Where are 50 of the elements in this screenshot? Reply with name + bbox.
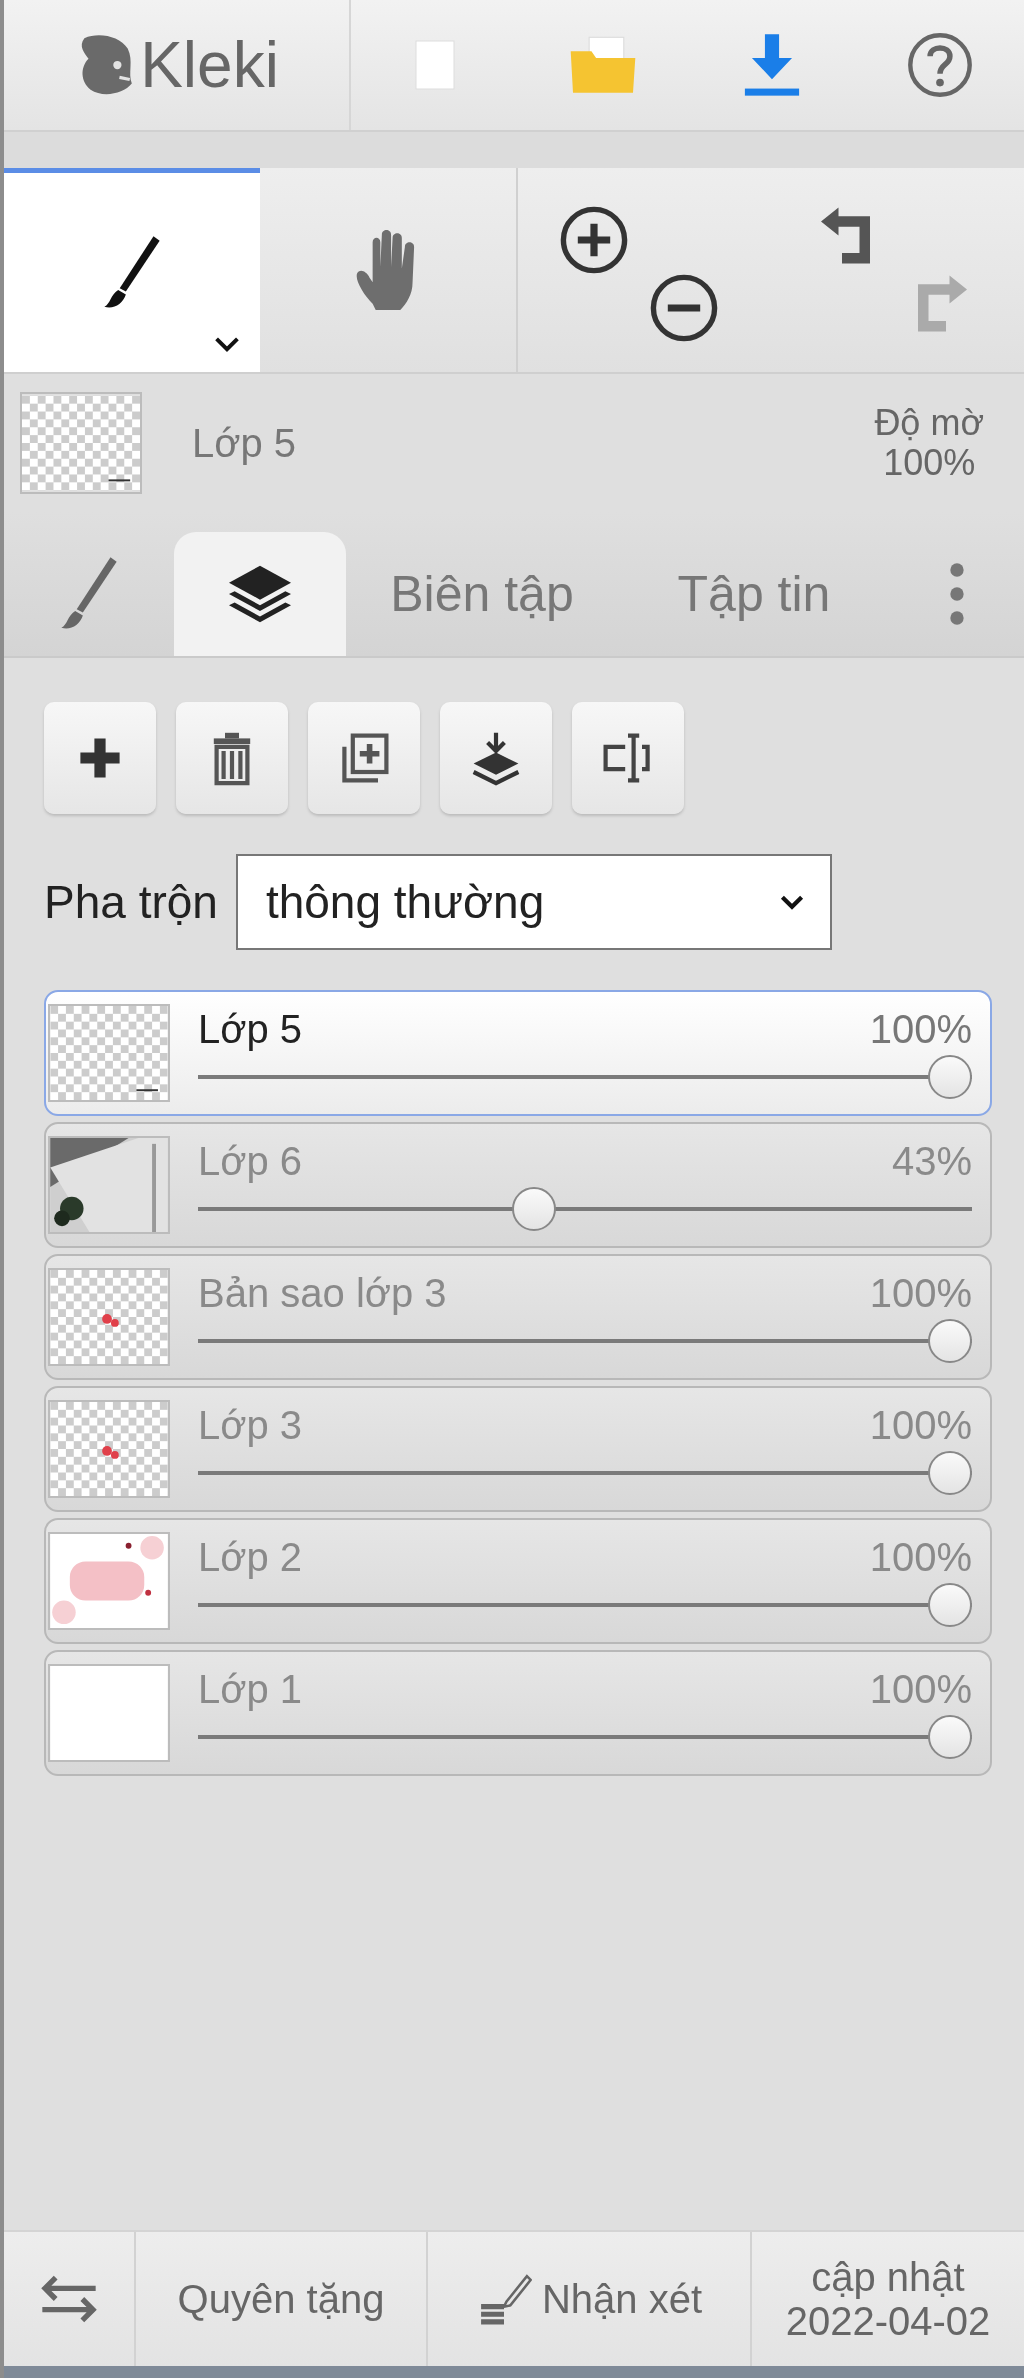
opacity-value: 100% (869, 1403, 972, 1447)
delete-layer-button[interactable] (176, 702, 288, 814)
footer-button[interactable]: Quyên tặng (136, 2232, 428, 2366)
blend-mode-dropdown[interactable]: thông thường (235, 854, 832, 950)
footer-button[interactable]: Nhận xét (428, 2232, 752, 2366)
zoom-out-icon[interactable] (648, 272, 720, 344)
layer-name: Lớp 1 (198, 1667, 303, 1711)
blend-label: Pha trộn (44, 875, 218, 929)
help-icon (906, 32, 973, 98)
rename-layer-button[interactable] (572, 702, 684, 814)
opacity-value: 100% (869, 1007, 972, 1051)
tab[interactable] (174, 532, 346, 656)
merge-layer-button[interactable] (440, 702, 552, 814)
layer-name: Lớp 2 (198, 1535, 303, 1579)
tab[interactable]: Biên tập (346, 532, 618, 656)
layer-item[interactable]: Bản sao lớp 3 100% (44, 1254, 992, 1380)
slider-thumb[interactable] (928, 1583, 972, 1627)
layer-item[interactable]: Lớp 3 100% (44, 1386, 992, 1512)
caret-icon (214, 336, 240, 352)
opacity-label: Độ mờ (874, 403, 984, 443)
layer-item[interactable]: Lớp 6 43% (44, 1122, 992, 1248)
opacity-value: 43% (891, 1139, 972, 1183)
more-icon (949, 560, 965, 628)
logo-text: Kleki (140, 28, 279, 102)
brush-tool-button[interactable] (4, 168, 260, 372)
opacity-value: 100% (869, 1535, 972, 1579)
swap-button[interactable] (4, 2232, 136, 2366)
layer-item[interactable]: Lớp 5 100% (44, 990, 992, 1116)
duplicate-layer-button[interactable] (308, 702, 420, 814)
layer-item[interactable]: Lớp 2 100% (44, 1518, 992, 1644)
slider-thumb[interactable] (928, 1319, 972, 1363)
opacity-value: 100% (869, 1271, 972, 1315)
layer-name: Lớp 6 (198, 1139, 303, 1183)
opacity-value: 100% (883, 443, 976, 483)
page-icon (415, 40, 456, 90)
layer-name: Bản sao lớp 3 (198, 1271, 447, 1315)
caret-icon (779, 894, 804, 910)
zoom-in-icon[interactable] (558, 204, 630, 276)
tab[interactable]: Tập tin (618, 532, 890, 656)
opacity-value: 100% (869, 1667, 972, 1711)
layer-name: Lớp 5 (192, 420, 298, 466)
layers-icon (226, 563, 294, 625)
layer-name: Lớp 5 (198, 1007, 303, 1051)
add-layer-button[interactable] (44, 702, 156, 814)
slider-thumb[interactable] (928, 1715, 972, 1759)
layer-item[interactable]: Lớp 1 100% (44, 1650, 992, 1776)
slider-thumb[interactable] (928, 1055, 972, 1099)
slider-thumb[interactable] (511, 1187, 556, 1231)
slider-thumb[interactable] (928, 1451, 972, 1495)
layer-name: Lớp 3 (198, 1403, 303, 1447)
